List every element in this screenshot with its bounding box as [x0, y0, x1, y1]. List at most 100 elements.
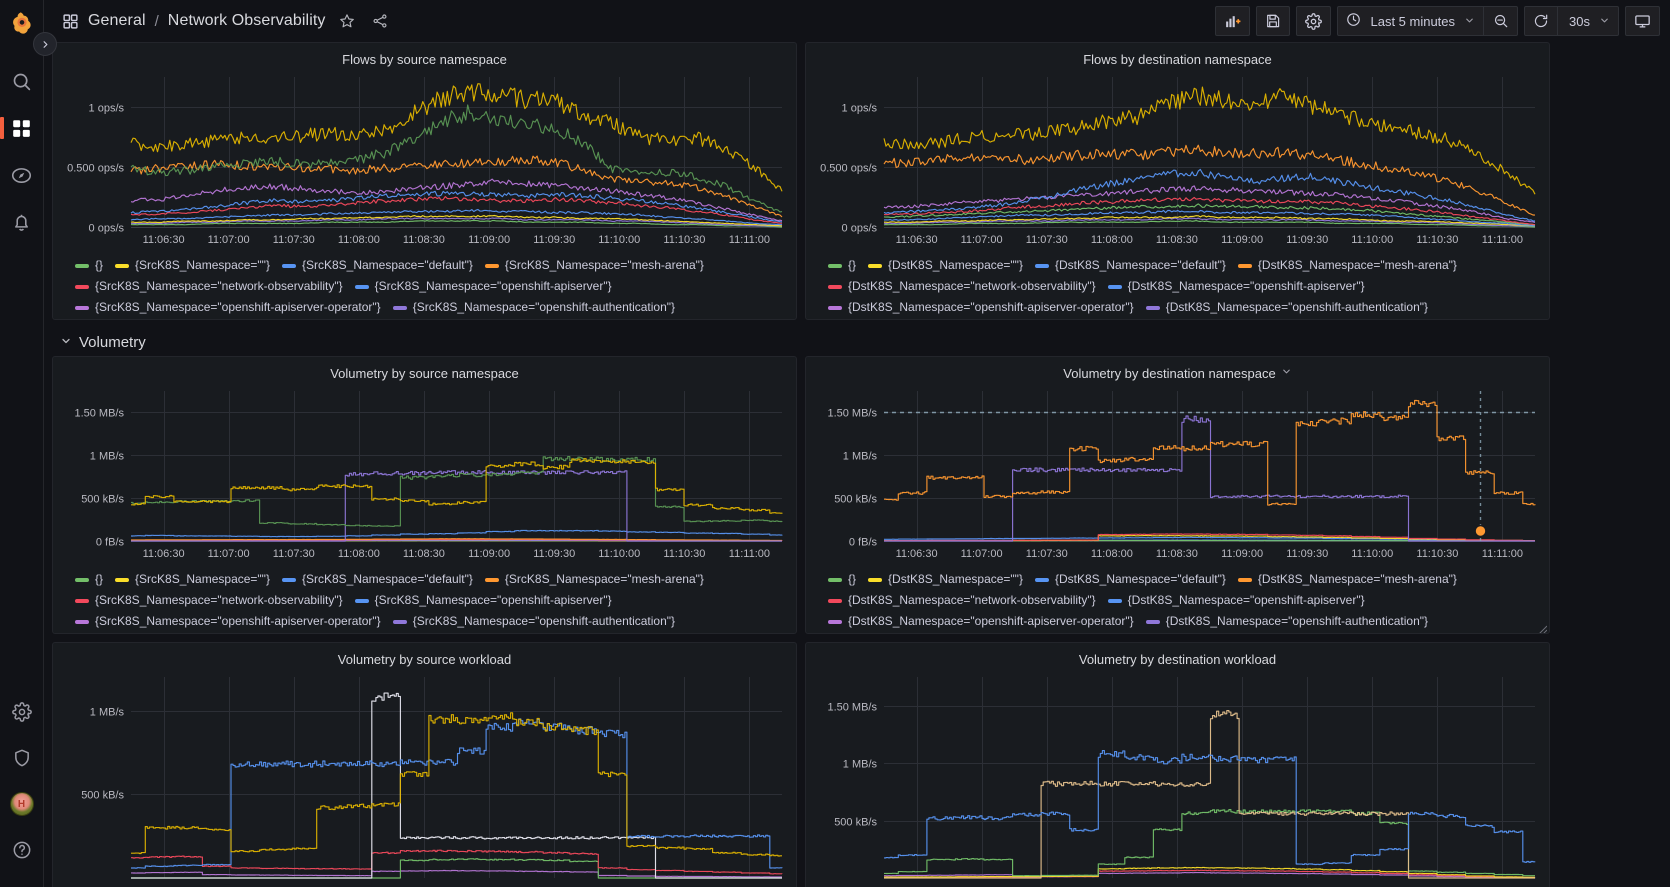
panel-resize-handle[interactable] [1537, 621, 1548, 633]
panel-volumetry-by-source-namespace[interactable]: Volumetry by source namespace 0 fB/s 500 … [52, 356, 797, 634]
legend-item[interactable]: {SrcK8S_Namespace="openshift-apiserver-o… [75, 297, 381, 318]
svg-text:11:09:30: 11:09:30 [533, 548, 575, 560]
svg-text:11:07:00: 11:07:00 [208, 234, 250, 246]
panel-plot[interactable]: 500 kB/s 1 MB/s [53, 667, 796, 882]
legend-label: {DstK8S_Namespace="openshift-authenticat… [1165, 614, 1429, 628]
panel-plot[interactable]: 0 ops/s 0.500 ops/s 1 ops/s 11:06:30 11:07:0… [806, 67, 1549, 253]
legend-item[interactable]: {SrcK8S_Namespace=""} [115, 255, 270, 276]
legend-item[interactable]: {DstK8S_Namespace="network-observability… [828, 590, 1096, 611]
legend-row: {} {SrcK8S_Namespace=""} {SrcK8S_Namespace… [75, 255, 782, 276]
legend-item[interactable]: {DstK8S_Namespace=""} [868, 569, 1023, 590]
panel-menu-chevron-down-icon[interactable] [1281, 366, 1292, 380]
panel-volumetry-by-destination-namespace[interactable]: Volumetry by destination namespace 0 fB/… [805, 356, 1550, 634]
legend-item[interactable]: {SrcK8S_Namespace="mesh-arena"} [484, 569, 704, 590]
legend-item[interactable]: {SrcK8S_Namespace="network-observability… [75, 590, 343, 611]
sidebar-item-alerting[interactable] [0, 199, 44, 246]
legend-item[interactable]: {DstK8S_Namespace="mesh-arena"} [1237, 255, 1457, 276]
star-icon[interactable] [335, 9, 359, 33]
legend-item[interactable]: {SrcK8S_Namespace="mesh-arena"} [484, 255, 704, 276]
legend-item[interactable]: {DstK8S_Namespace="openshift-apiserver"} [1107, 276, 1365, 297]
svg-text:11:10:00: 11:10:00 [1351, 548, 1393, 560]
legend-item[interactable]: {DstK8S_Namespace="openshift-authenticat… [828, 318, 1159, 319]
svg-text:11:07:30: 11:07:30 [1026, 234, 1068, 246]
svg-text:11:10:30: 11:10:30 [663, 234, 705, 246]
legend-item[interactable]: {DstK8S_Namespace=""} [868, 255, 1023, 276]
legend-label: {DstK8S_Namespace="openshift-apiserver"} [1127, 593, 1365, 607]
legend-item[interactable]: {DstK8S_Namespace="openshift-cloud-crede… [1171, 318, 1512, 319]
legend-label: {SrcK8S_Namespace="openshift-cloud-crede… [438, 318, 759, 319]
legend-item[interactable]: {SrcK8S_Namespace="default"} [281, 569, 473, 590]
legend-item[interactable]: {SrcK8S_Namespace=""} [115, 569, 270, 590]
panel-plot[interactable]: 500 kB/s 1 MB/s 1.50 MB/s [806, 667, 1549, 882]
legend-label: {DstK8S_Namespace="openshift-apiserver-o… [848, 300, 1134, 314]
panel-title[interactable]: Flows by source namespace [53, 43, 796, 67]
sidebar-item-search[interactable] [0, 58, 44, 105]
legend-item[interactable]: {SrcK8S_Namespace="default"} [281, 255, 473, 276]
sidebar-item-dashboards[interactable] [0, 105, 44, 152]
legend-item[interactable]: {DstK8S_Namespace="openshift-cloud-crede… [1171, 632, 1512, 633]
view-mode-button[interactable] [1625, 6, 1660, 36]
legend-item[interactable]: {SrcK8S_Namespace="openshift-apiserver-o… [75, 611, 381, 632]
refresh-dashboard-button[interactable] [1524, 6, 1559, 36]
breadcrumb-folder[interactable]: General [88, 12, 146, 30]
legend-item[interactable]: {SrcK8S_Namespace="openshift-authenticat… [75, 632, 406, 633]
legend-item[interactable]: {DstK8S_Namespace="openshift-authenticat… [828, 632, 1159, 633]
panel-title[interactable]: Volumetry by destination workload [806, 643, 1549, 667]
panel-plot[interactable]: 0 ops/s 0.500 ops/s 1 ops/s 11:06:30 11:07:0… [53, 67, 796, 253]
clock-icon [1346, 12, 1361, 30]
panel-flows-by-source-namespace[interactable]: Flows by source namespace 0 ops/s 0.500 o… [52, 42, 797, 320]
zoom-out-time-range-button[interactable] [1484, 6, 1519, 36]
panel-title[interactable]: Volumetry by source workload [53, 643, 796, 667]
legend-item[interactable]: {SrcK8S_Namespace="openshift-apiserver"} [354, 276, 612, 297]
refresh-interval-picker[interactable]: 30s [1558, 6, 1619, 36]
svg-text:11:06:30: 11:06:30 [896, 234, 938, 246]
panel-title[interactable]: Flows by destination namespace [806, 43, 1549, 67]
legend-item[interactable]: {SrcK8S_Namespace="openshift-authenticat… [392, 297, 675, 318]
sidebar-item-profile[interactable]: H [0, 781, 44, 827]
add-panel-button[interactable] [1215, 6, 1251, 36]
panel-title[interactable]: Volumetry by source namespace [53, 357, 796, 381]
panel-volumetry-by-destination-workload[interactable]: Volumetry by destination workload 500 kB… [805, 642, 1550, 887]
legend-item[interactable]: {SrcK8S_Namespace="openshift-authenticat… [392, 611, 676, 632]
time-range-picker[interactable]: Last 5 minutes [1337, 6, 1485, 36]
legend-item[interactable]: {SrcK8S_Namespace="openshift-apiserver"} [354, 590, 612, 611]
sidebar-item-configuration[interactable] [0, 689, 44, 735]
legend-item[interactable]: {DstK8S_Namespace="default"} [1034, 569, 1226, 590]
expand-menu-button[interactable] [33, 32, 57, 56]
page-title[interactable]: Network Observability [168, 12, 326, 30]
legend-label: {SrcK8S_Namespace="openshift-authenticat… [412, 614, 676, 628]
legend-item[interactable]: {DstK8S_Namespace="openshift-apiserver-o… [828, 611, 1134, 632]
panel-legend: {} {SrcK8S_Namespace=""} {SrcK8S_Namespace… [53, 253, 796, 319]
legend-item[interactable]: {DstK8S_Namespace="openshift-apiserver-o… [828, 297, 1134, 318]
legend-item[interactable]: {DstK8S_Namespace="default"} [1034, 255, 1226, 276]
panel-volumetry-by-source-workload[interactable]: Volumetry by source workload 500 kB/s 1 M… [52, 642, 797, 887]
share-icon[interactable] [368, 9, 392, 33]
legend-item[interactable]: {DstK8S_Namespace="openshift-authenticat… [1145, 611, 1429, 632]
panel-flows-by-destination-namespace[interactable]: Flows by destination namespace 0 ops/s 0.… [805, 42, 1550, 320]
legend-row: {} {SrcK8S_Namespace=""} {SrcK8S_Namespace… [75, 569, 782, 590]
legend-item[interactable]: {DstK8S_Namespace="openshift-authenticat… [1145, 297, 1428, 318]
svg-text:11:08:00: 11:08:00 [338, 234, 380, 246]
legend-item[interactable]: {SrcK8S_Namespace="openshift-authenticat… [75, 318, 406, 319]
sidebar-item-help[interactable] [0, 827, 44, 873]
row-header-volumetry[interactable]: Volumetry [52, 328, 1662, 356]
legend-item[interactable]: {} [75, 569, 103, 590]
svg-text:1.50 MB/s: 1.50 MB/s [74, 408, 124, 420]
legend-item[interactable]: {} [75, 255, 103, 276]
svg-text:11:08:00: 11:08:00 [1091, 548, 1133, 560]
save-dashboard-button[interactable] [1256, 6, 1291, 36]
legend-item[interactable]: {} [828, 569, 856, 590]
sidebar-item-server-admin[interactable] [0, 735, 44, 781]
legend-item[interactable]: {SrcK8S_Namespace="openshift-cloud-crede… [418, 632, 759, 633]
panel-title[interactable]: Volumetry by destination namespace [806, 357, 1549, 381]
legend-item[interactable]: {DstK8S_Namespace="openshift-apiserver"} [1107, 590, 1365, 611]
legend-item[interactable]: {DstK8S_Namespace="mesh-arena"} [1237, 569, 1457, 590]
legend-item[interactable]: {} [828, 255, 856, 276]
panel-plot[interactable]: 0 fB/s 500 kB/s 1 MB/s 1.50 MB/s 11:06:30 11:… [806, 381, 1549, 567]
legend-item[interactable]: {DstK8S_Namespace="network-observability… [828, 276, 1096, 297]
sidebar-item-explore[interactable] [0, 152, 44, 199]
panel-plot[interactable]: 0 fB/s 500 kB/s 1 MB/s 1.50 MB/s 11:06:30 11:… [53, 381, 796, 567]
legend-item[interactable]: {SrcK8S_Namespace="openshift-cloud-crede… [418, 318, 759, 319]
dashboard-settings-button[interactable] [1296, 6, 1332, 36]
legend-item[interactable]: {SrcK8S_Namespace="network-observability… [75, 276, 343, 297]
